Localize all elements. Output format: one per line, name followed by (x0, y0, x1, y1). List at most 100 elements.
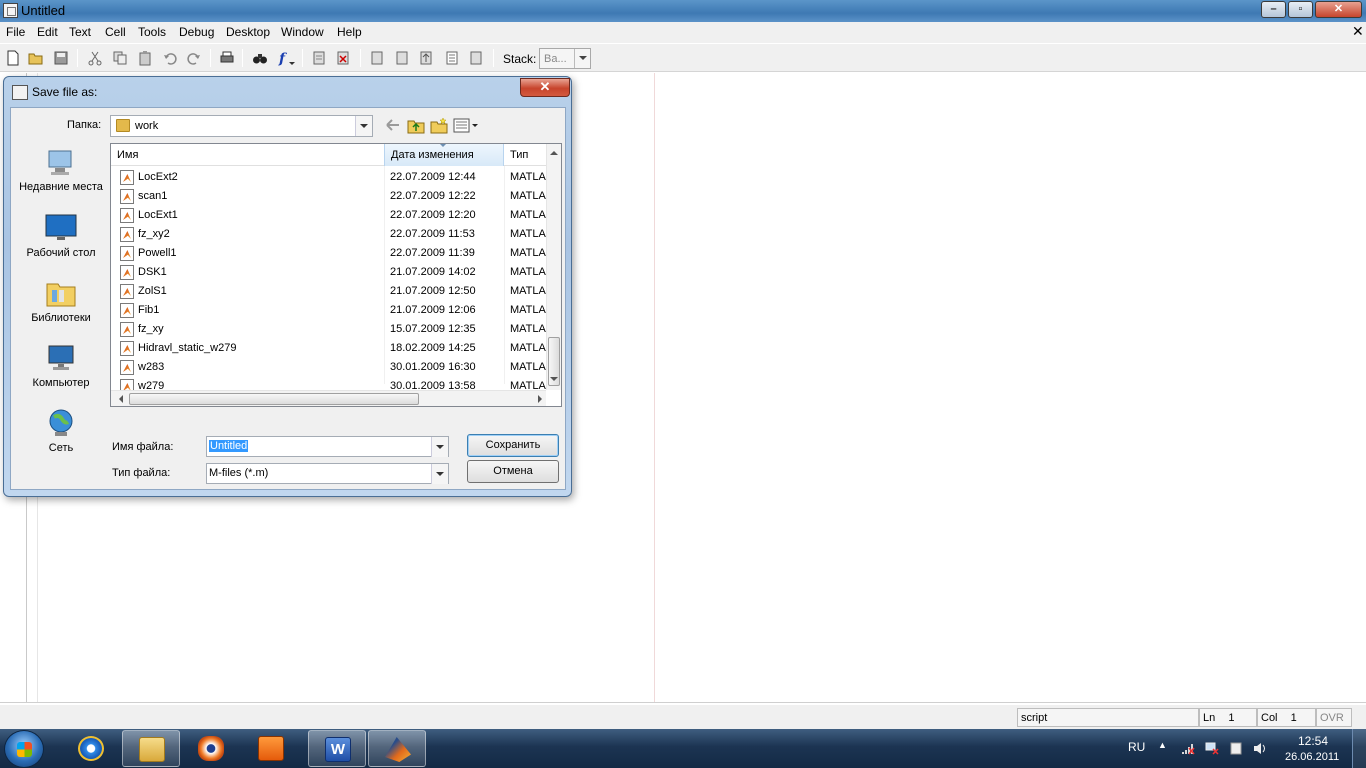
scroll-right-arrow-icon[interactable] (538, 395, 546, 403)
function-f-icon[interactable]: f (277, 50, 297, 66)
menu-file[interactable]: File (6, 25, 25, 39)
table-row[interactable]: Powell1 22.07.2009 11:39 MATLA (111, 244, 546, 263)
language-indicator[interactable]: RU (1128, 740, 1145, 754)
menu-close-icon[interactable]: ✕ (1352, 23, 1364, 40)
place-recent[interactable]: Недавние места (18, 147, 104, 194)
taskbar-explorer[interactable] (122, 730, 180, 767)
file-date: 21.07.2009 12:50 (390, 285, 476, 297)
table-row[interactable]: Fib1 21.07.2009 12:06 MATLA (111, 301, 546, 320)
continue-icon[interactable] (444, 50, 460, 66)
window-titlebar: Untitled – ▫ ✕ (0, 0, 1366, 22)
horizontal-scroll-thumb[interactable] (129, 393, 419, 405)
taskbar-media-player[interactable] (242, 730, 300, 767)
network-icon[interactable] (1205, 742, 1219, 755)
view-menu-icon[interactable] (453, 117, 481, 134)
open-folder-icon[interactable] (28, 50, 44, 66)
place-network[interactable]: Сеть (18, 408, 104, 455)
find-binoculars-icon[interactable] (252, 50, 268, 66)
taskbar-matlab[interactable] (368, 730, 426, 767)
taskbar-ie[interactable] (62, 730, 120, 767)
save-icon[interactable] (53, 50, 69, 66)
new-file-icon[interactable] (5, 50, 21, 66)
new-folder-icon[interactable] (430, 117, 448, 134)
filename-input[interactable]: Untitled (206, 436, 449, 457)
save-button[interactable]: Сохранить (467, 434, 559, 457)
chevron-down-icon[interactable] (574, 49, 590, 68)
table-row[interactable]: fz_xy2 22.07.2009 11:53 MATLA (111, 225, 546, 244)
close-button[interactable]: ✕ (1315, 1, 1362, 18)
table-row[interactable]: ZolS1 21.07.2009 12:50 MATLA (111, 282, 546, 301)
table-row[interactable]: fz_xy 15.07.2009 12:35 MATLA (111, 320, 546, 339)
column-header-date[interactable]: Дата изменения (384, 144, 504, 166)
step-in-icon[interactable] (394, 50, 410, 66)
place-desktop[interactable]: Рабочий стол (18, 213, 104, 260)
horizontal-scrollbar[interactable] (111, 390, 546, 406)
filetype-select[interactable]: M-files (*.m) (206, 463, 449, 484)
paste-icon[interactable] (137, 50, 153, 66)
matlab-file-icon (120, 284, 134, 299)
cancel-button[interactable]: Отмена (467, 460, 559, 483)
action-center-icon[interactable] (1229, 742, 1243, 755)
cut-icon[interactable] (87, 50, 103, 66)
matlab-file-icon (120, 322, 134, 337)
breakpoint-icon[interactable] (311, 50, 327, 66)
folder-select[interactable]: work (110, 115, 373, 137)
minimize-button[interactable]: – (1261, 1, 1286, 18)
tray-expand-icon[interactable]: ▲ (1158, 740, 1167, 750)
step-icon[interactable] (369, 50, 385, 66)
column-header-name[interactable]: Имя (111, 144, 384, 166)
menu-edit[interactable]: Edit (37, 25, 58, 39)
table-row[interactable]: Hidravl_static_w279 18.02.2009 14:25 MATLA (111, 339, 546, 358)
scroll-up-arrow-icon[interactable] (550, 147, 558, 155)
copy-icon[interactable] (112, 50, 128, 66)
column-header-type[interactable]: Тип (504, 144, 546, 166)
stack-label: Stack: (503, 52, 537, 66)
chevron-down-icon[interactable] (355, 116, 372, 136)
taskbar-word[interactable]: W (308, 730, 366, 767)
redo-icon[interactable] (186, 50, 202, 66)
exit-debug-icon[interactable] (468, 50, 484, 66)
file-type: MATLA (510, 209, 546, 221)
print-icon[interactable] (219, 50, 235, 66)
menu-text[interactable]: Text (69, 25, 91, 39)
chevron-down-icon[interactable] (431, 437, 448, 457)
stack-select[interactable]: Ba... (539, 48, 591, 69)
clear-breakpoints-icon[interactable] (335, 50, 351, 66)
scroll-down-arrow-icon[interactable] (550, 377, 558, 385)
clock-time[interactable]: 12:54 (1298, 734, 1328, 748)
place-libraries[interactable]: Библиотеки (18, 278, 104, 325)
taskbar-app-eye[interactable] (182, 730, 240, 767)
filetype-label: Тип файла: (112, 467, 171, 479)
menu-cell[interactable]: Cell (105, 25, 126, 39)
dialog-close-button[interactable]: ✕ (520, 78, 570, 97)
signal-icon[interactable] (1181, 742, 1195, 755)
toolbar-separator (360, 49, 361, 67)
menu-help[interactable]: Help (337, 25, 362, 39)
clock-date[interactable]: 26.06.2011 (1285, 751, 1339, 763)
table-row[interactable]: LocExt2 22.07.2009 12:44 MATLA (111, 168, 546, 187)
scroll-left-arrow-icon[interactable] (115, 395, 123, 403)
up-folder-icon[interactable] (407, 117, 425, 134)
menu-debug[interactable]: Debug (179, 25, 214, 39)
chevron-down-icon[interactable] (431, 464, 448, 484)
menu-window[interactable]: Window (281, 25, 324, 39)
menu-tools[interactable]: Tools (138, 25, 166, 39)
show-desktop-button[interactable] (1352, 729, 1366, 768)
file-list[interactable]: Имя Дата изменения Тип LocExt2 22.07.2009… (110, 143, 562, 407)
file-date: 21.07.2009 14:02 (390, 266, 476, 278)
table-row[interactable]: w283 30.01.2009 16:30 MATLA (111, 358, 546, 377)
maximize-button[interactable]: ▫ (1288, 1, 1313, 18)
undo-icon[interactable] (162, 50, 178, 66)
table-row[interactable]: LocExt1 22.07.2009 12:20 MATLA (111, 206, 546, 225)
back-arrow-icon[interactable] (384, 117, 402, 134)
vertical-scrollbar[interactable] (546, 144, 561, 390)
table-row[interactable]: scan1 22.07.2009 12:22 MATLA (111, 187, 546, 206)
place-computer[interactable]: Компьютер (18, 343, 104, 390)
volume-icon[interactable] (1253, 742, 1267, 755)
menu-desktop[interactable]: Desktop (226, 25, 270, 39)
table-row[interactable]: DSK1 21.07.2009 14:02 MATLA (111, 263, 546, 282)
dialog-title: Save file as: (32, 85, 98, 99)
start-button[interactable] (4, 730, 44, 768)
step-out-icon[interactable] (418, 50, 434, 66)
file-date: 18.02.2009 14:25 (390, 342, 476, 354)
